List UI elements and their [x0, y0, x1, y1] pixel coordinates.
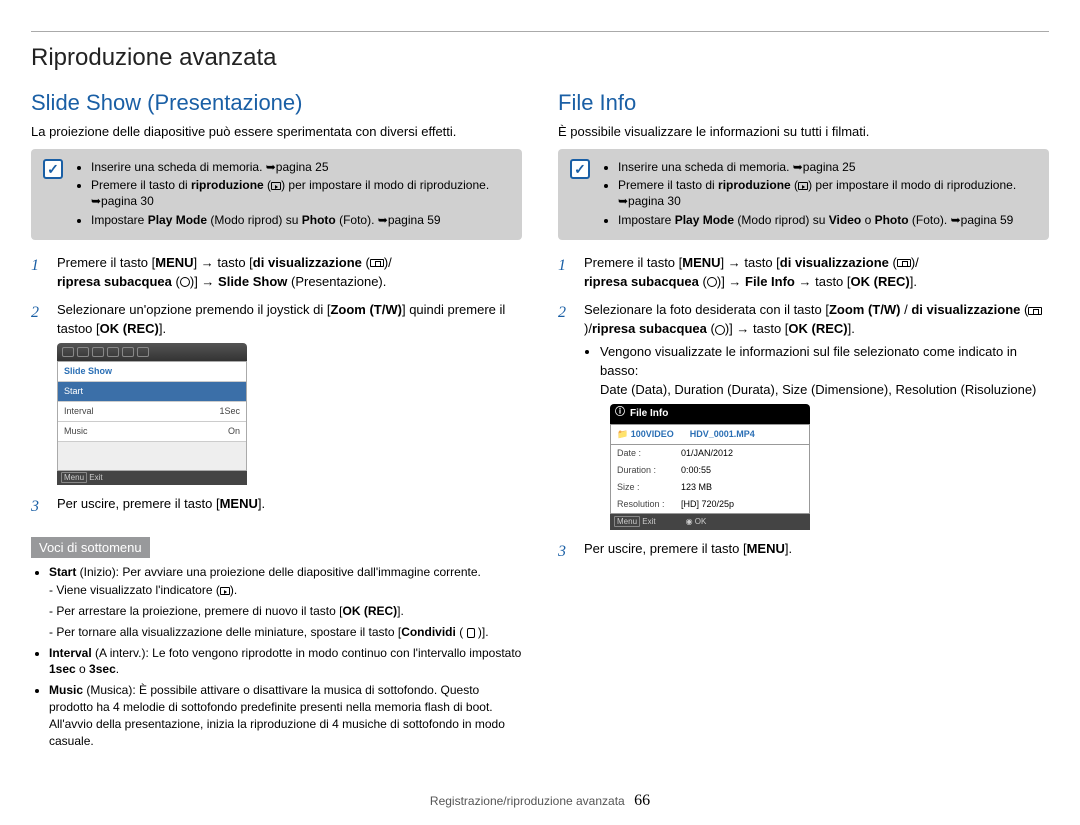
columns: Slide Show (Presentazione) La proiezione… — [31, 90, 1049, 753]
divider — [31, 31, 1049, 32]
submenu-item: Music (Musica): È possibile attivare o d… — [49, 682, 522, 749]
note-item: Premere il tasto di riproduzione () per … — [91, 177, 510, 209]
display-icon — [897, 259, 911, 267]
note-item: Impostare Play Mode (Modo riprod) su Pho… — [91, 212, 510, 228]
underwater-icon — [707, 277, 717, 287]
check-icon: ✓ — [570, 159, 590, 179]
note-item: Inserire una scheda di memoria. ➥pagina … — [91, 159, 510, 175]
underwater-icon — [180, 277, 190, 287]
play-icon — [271, 182, 281, 190]
step-2: 2 Selezionare un'opzione premendo il joy… — [31, 301, 522, 485]
submenu-item: Interval (A interv.): Le foto vengono ri… — [49, 645, 522, 679]
step-2: 2 Selezionare la foto desiderata con il … — [558, 301, 1049, 530]
page-footer: Registrazione/riproduzione avanzata 66 — [1, 792, 1079, 810]
underwater-icon — [715, 325, 725, 335]
play-icon — [220, 587, 230, 595]
step-1: 1 Premere il tasto [MENU] → tasto [di vi… — [31, 254, 522, 292]
step-bullet: Vengono visualizzate le informazioni sul… — [600, 343, 1049, 381]
submenu-heading: Voci di sottomenu — [31, 537, 150, 558]
section-heading-slideshow: Slide Show (Presentazione) — [31, 90, 522, 116]
section-heading-fileinfo: File Info — [558, 90, 1049, 116]
submenu-list: Start (Inizio): Per avviare una proiezio… — [31, 564, 522, 750]
fileinfo-intro: È possibile visualizzare le informazioni… — [558, 124, 1049, 139]
note-list: Inserire una scheda di memoria. ➥pagina … — [75, 159, 510, 230]
manual-page: Riproduzione avanzata Slide Show (Presen… — [0, 0, 1080, 825]
right-column: File Info È possibile visualizzare le in… — [558, 90, 1049, 753]
menu-row: Interval1Sec — [58, 402, 246, 422]
menu-row: Start — [58, 382, 246, 402]
menu-title: Slide Show — [58, 362, 246, 382]
display-icon — [370, 259, 384, 267]
check-icon: ✓ — [43, 159, 63, 179]
slideshow-menu-figure: Slide Show Start Interval1Sec MusicOn Me… — [57, 343, 247, 485]
note-item: Inserire una scheda di memoria. ➥pagina … — [618, 159, 1037, 175]
note-list: Inserire una scheda di memoria. ➥pagina … — [602, 159, 1037, 230]
left-column: Slide Show (Presentazione) La proiezione… — [31, 90, 522, 753]
note-box-left: ✓ Inserire una scheda di memoria. ➥pagin… — [31, 149, 522, 240]
step-3: 3 Per uscire, premere il tasto [MENU]. — [31, 495, 522, 518]
steps-list: 1 Premere il tasto [MENU] → tasto [di vi… — [31, 254, 522, 519]
page-number: 66 — [634, 792, 650, 809]
note-item: Impostare Play Mode (Modo riprod) su Vid… — [618, 212, 1037, 228]
menu-row: MusicOn — [58, 422, 246, 442]
steps-list: 1 Premere il tasto [MENU] → tasto [di vi… — [558, 254, 1049, 563]
display-icon — [1028, 307, 1042, 315]
step-3: 3 Per uscire, premere il tasto [MENU]. — [558, 540, 1049, 563]
submenu-item: Start (Inizio): Per avviare una proiezio… — [49, 564, 522, 641]
play-icon — [798, 182, 808, 190]
slideshow-intro: La proiezione delle diapositive può esse… — [31, 124, 522, 139]
step-1: 1 Premere il tasto [MENU] → tasto [di vi… — [558, 254, 1049, 292]
page-title: Riproduzione avanzata — [31, 44, 1049, 72]
note-item: Premere il tasto di riproduzione () per … — [618, 177, 1037, 209]
share-icon — [467, 628, 475, 638]
fileinfo-figure: File Info 100VIDEOHDV_0001.MP4 Date :01/… — [610, 404, 810, 530]
note-box-right: ✓ Inserire una scheda di memoria. ➥pagin… — [558, 149, 1049, 240]
